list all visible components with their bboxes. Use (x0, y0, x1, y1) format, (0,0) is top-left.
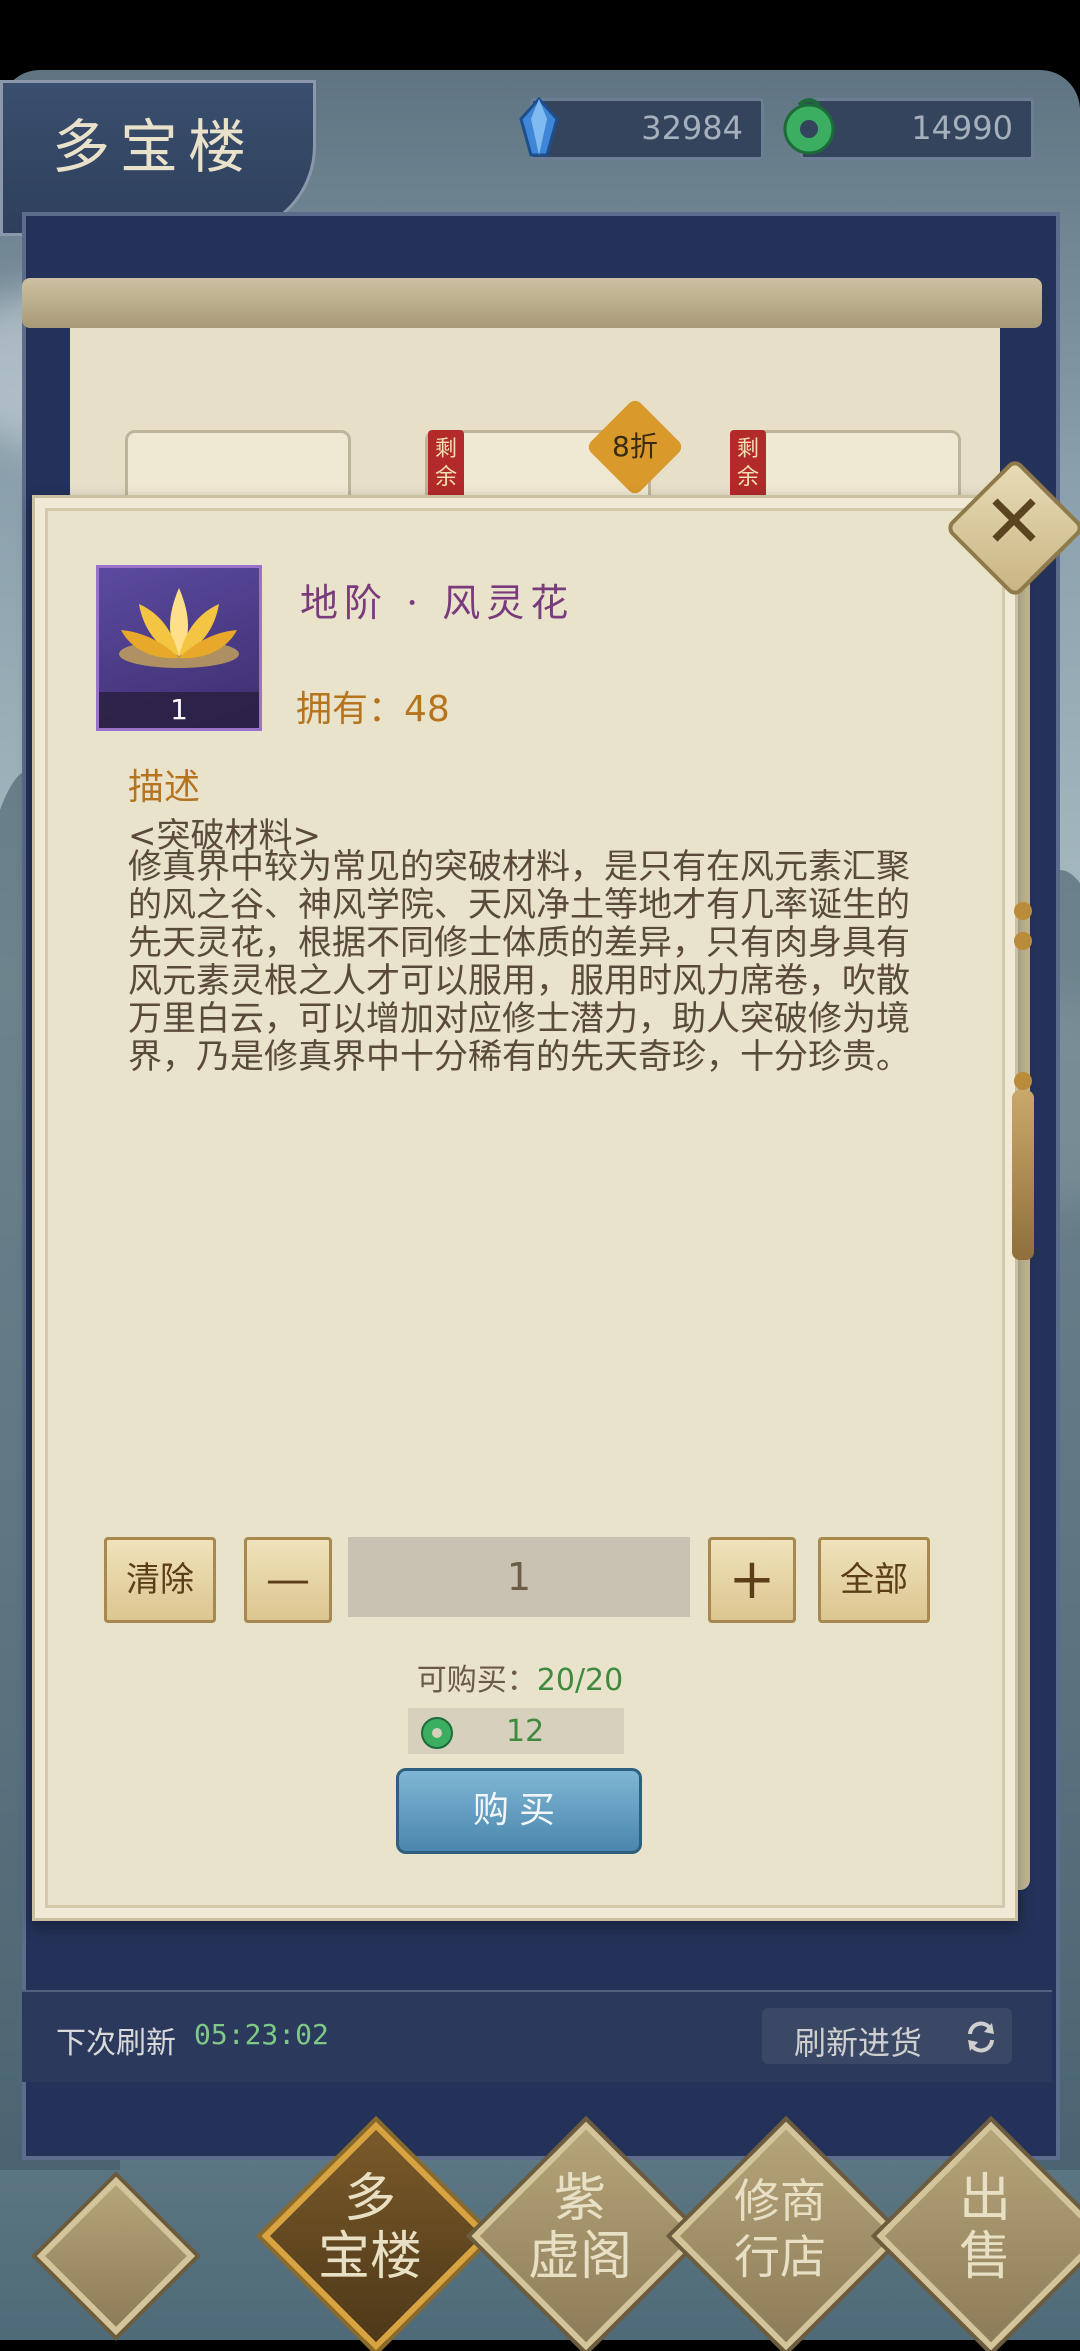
crystal-amount: 32984 (641, 109, 743, 147)
jade-coin-icon (421, 1717, 453, 1749)
golden-lotus-icon (119, 588, 239, 668)
close-icon[interactable]: ✕ (974, 482, 1054, 562)
jade-currency: 14990 (783, 98, 1034, 160)
owned-count: 拥有：48 (296, 680, 450, 732)
crystal-currency: 32984 (519, 96, 764, 160)
nav-tab-duobaolou-label-bottom: 宝楼 (317, 2227, 422, 2287)
nav-tab-zixuge-label-bottom: 虚阁 (527, 2227, 632, 2287)
description-title: 描述 (128, 767, 201, 808)
item-name: 地阶 · 风灵花 (300, 581, 575, 625)
scroll-roller (22, 278, 1042, 328)
item-icon-frame: 1 (96, 565, 262, 731)
owned-value: 48 (404, 689, 450, 730)
blue-crystal-icon (519, 96, 559, 157)
nav-tab-sell-label-top: 出 (958, 2169, 1011, 2229)
nav-tab-sell-label-bottom: 售 (958, 2227, 1011, 2287)
nav-tab-zixuge-label-top: 紫 (553, 2169, 606, 2229)
jade-amount: 14990 (911, 109, 1013, 147)
refresh-stock-label: 刷新进货 (794, 2024, 923, 2062)
quantity-input[interactable]: 1 (348, 1537, 690, 1617)
refresh-stock-button[interactable]: 刷新进货 (762, 2008, 1012, 2064)
page-title: 多宝楼 (52, 113, 257, 181)
purchase-limit-label: 可购买： (416, 1663, 537, 1698)
nav-tab-duobaolou-label-top: 多 (343, 2169, 396, 2229)
clear-button[interactable]: 清除 (104, 1537, 216, 1623)
nav-tab-xiushanghang-label-top: 修商 (734, 2174, 826, 2228)
purchase-limit: 可购买：20/20 (0, 1655, 1040, 1699)
nav-tab-xiushanghang-label-bottom: 行店 (734, 2230, 826, 2284)
refresh-label: 下次刷新 (56, 2026, 176, 2061)
plus-button[interactable]: + (708, 1537, 796, 1623)
all-button[interactable]: 全部 (818, 1537, 930, 1623)
jade-coin-icon (783, 98, 835, 155)
discount-text: 8折 (612, 429, 658, 463)
refresh-bar: 下次刷新 05:23:02 刷新进货 (22, 1990, 1052, 2082)
minus-button[interactable]: — (244, 1537, 332, 1623)
buy-button[interactable]: 购买 (396, 1768, 642, 1854)
price-value: 12 (506, 1714, 545, 1749)
refresh-arrows-icon (968, 2021, 994, 2053)
tassel-decoration (1012, 1090, 1034, 1260)
item-count: 1 (99, 692, 259, 728)
bead-decoration (1014, 890, 1034, 962)
price-box: 12 (408, 1708, 624, 1754)
purchase-limit-value: 20/20 (536, 1663, 624, 1698)
refresh-timer: 05:23:02 (194, 2018, 329, 2051)
owned-label: 拥有： (296, 689, 405, 730)
description-body: 修真界中较为常见的突破材料，是只有在风元素汇聚的风之谷、神风学院、天风净土等地才… (128, 847, 910, 1077)
